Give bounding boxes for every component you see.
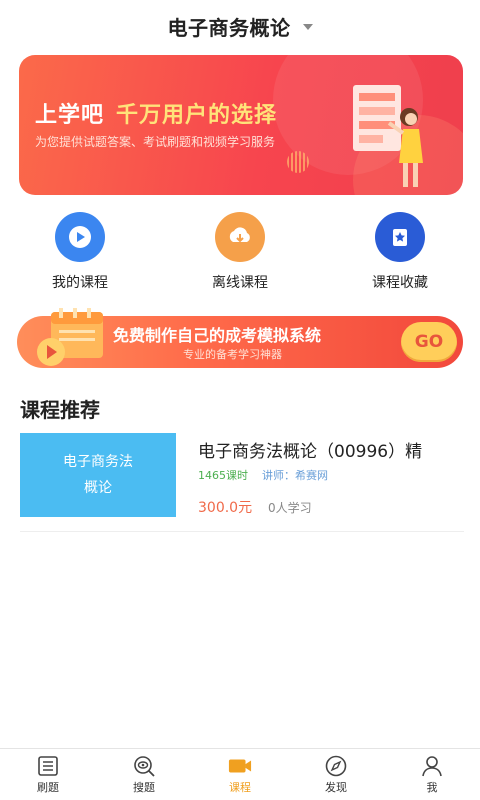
course-learners: 0人学习 xyxy=(268,501,312,515)
cloud-download-icon xyxy=(215,212,265,262)
course-thumb-line2: 概论 xyxy=(84,480,112,496)
course-card[interactable]: 电子商务法 概论 电子商务法概论（00996）精 1465课时 讲师：希赛网 30… xyxy=(20,433,464,532)
page-title[interactable]: 电子商务概论 xyxy=(168,12,291,41)
chevron-down-icon[interactable] xyxy=(302,24,313,30)
course-name[interactable]: 电子商务法概论（00996）精 xyxy=(198,437,422,462)
my-courses-label: 我的课程 xyxy=(52,275,108,291)
tab-discover[interactable]: 发现 xyxy=(288,749,384,800)
promo-subtitle: 专业的备考学习神器 xyxy=(183,348,282,361)
course-meta: 1465课时 讲师：希赛网 xyxy=(198,467,328,483)
tab-label: 发现 xyxy=(325,780,347,794)
offline-courses-button[interactable]: 离线课程 xyxy=(180,212,300,292)
tab-label: 课程 xyxy=(229,780,251,794)
offline-courses-label: 离线课程 xyxy=(212,275,268,291)
girl-with-board-illustration xyxy=(353,85,423,187)
section-title: 课程推荐 xyxy=(20,398,100,422)
user-icon xyxy=(420,755,444,777)
list-icon xyxy=(36,755,60,777)
tab-courses[interactable]: 课程 xyxy=(192,749,288,800)
banner-decoration xyxy=(287,151,309,173)
go-button[interactable]: GO xyxy=(401,322,457,362)
search-eye-icon xyxy=(132,755,156,777)
tab-me[interactable]: 我 xyxy=(384,749,480,800)
mock-exam-promo[interactable]: 免费制作自己的成考模拟系统 专业的备考学习神器 GO xyxy=(17,308,463,368)
quick-entries: 我的课程 离线课程 课程收藏 xyxy=(0,212,480,297)
my-courses-button[interactable]: 我的课程 xyxy=(20,212,140,292)
play-icon xyxy=(55,212,105,262)
course-favorites-button[interactable]: 课程收藏 xyxy=(340,212,460,292)
banner-subtitle: 为您提供试题答案、考试刷题和视频学习服务 xyxy=(35,135,276,149)
promo-title: 免费制作自己的成考模拟系统 xyxy=(113,326,322,345)
video-camera-icon xyxy=(228,755,252,777)
tab-label: 刷题 xyxy=(37,780,59,794)
header: 电子商务概论 xyxy=(0,0,480,52)
course-thumbnail[interactable]: 电子商务法 概论 xyxy=(20,433,176,517)
divider xyxy=(20,531,464,532)
bottom-tab-bar: 刷题 搜题 课程 发现 我 xyxy=(0,748,480,800)
promo-banner[interactable]: 上学吧 千万用户的选择 为您提供试题答案、考试刷题和视频学习服务 xyxy=(19,55,463,195)
banner-title-main: 上学吧 xyxy=(35,103,105,128)
course-lecturer: 讲师：希赛网 xyxy=(262,469,328,482)
course-price: 300.0元 xyxy=(198,500,253,516)
course-favorites-label: 课程收藏 xyxy=(372,275,428,291)
banner-title: 上学吧 千万用户的选择 xyxy=(35,97,277,129)
course-hours: 1465课时 xyxy=(198,469,248,482)
bookmark-star-icon xyxy=(375,212,425,262)
tab-search[interactable]: 搜题 xyxy=(96,749,192,800)
course-thumb-line1: 电子商务法 xyxy=(63,454,133,470)
banner-title-highlight: 千万用户的选择 xyxy=(116,103,278,128)
compass-icon xyxy=(324,755,348,777)
tab-label: 我 xyxy=(426,780,438,794)
tab-label: 搜题 xyxy=(133,780,155,794)
video-calendar-icon xyxy=(37,308,103,366)
tab-practice[interactable]: 刷题 xyxy=(0,749,96,800)
